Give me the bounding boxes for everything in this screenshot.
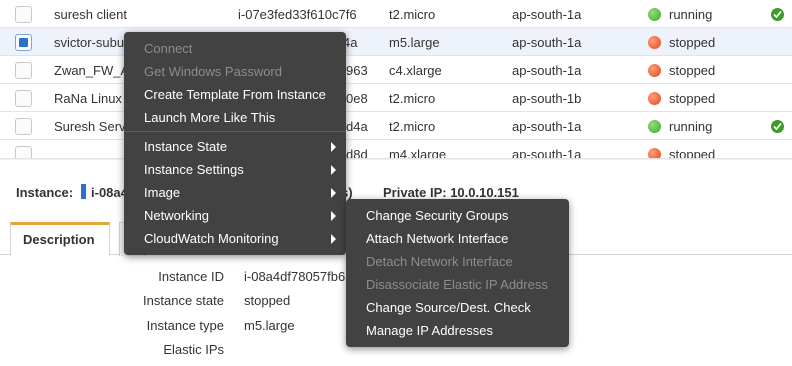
instances-table: suresh client i-07e3fed33f610c7f6 t2.mic… — [0, 0, 792, 160]
menu-divider — [124, 131, 346, 132]
instance-type: c4.xlarge — [389, 63, 442, 78]
status-check-ok-icon — [771, 8, 784, 21]
horizontal-scrollbar[interactable]: < — [0, 158, 792, 160]
chevron-right-icon — [331, 211, 336, 221]
state-label: stopped — [669, 35, 716, 50]
row-checkbox[interactable] — [15, 6, 32, 23]
field-value: i-08a4df78057fb6 — [244, 269, 346, 284]
field-value: m5.large — [244, 318, 295, 333]
field-label: Instance ID — [158, 269, 224, 284]
menu-item-manage-ip-addresses[interactable]: Manage IP Addresses — [366, 323, 493, 338]
availability-zone: ap-south-1a — [512, 119, 582, 134]
menu-item-launch-more[interactable]: Launch More Like This — [144, 110, 275, 125]
row-checkbox[interactable] — [15, 62, 32, 79]
menu-item-get-windows-password: Get Windows Password — [144, 64, 282, 79]
table-row[interactable]: suresh client i-07e3fed33f610c7f6 t2.mic… — [0, 0, 792, 28]
stopped-status-icon — [648, 36, 661, 49]
menu-item-instance-settings[interactable]: Instance Settings — [144, 162, 244, 177]
menu-item-create-template[interactable]: Create Template From Instance — [144, 87, 326, 102]
tab-description[interactable]: Description — [10, 222, 110, 256]
instance-context-menu: Connect Get Windows Password Create Temp… — [124, 32, 346, 255]
table-row[interactable]: Suresh Serv d4a t2.micro ap-south-1a run… — [0, 112, 792, 140]
status-check-ok-icon — [771, 120, 784, 133]
menu-item-disassociate-elastic-ip: Disassociate Elastic IP Address — [366, 277, 548, 292]
table-row[interactable]: Zwan_FW_A 963 c4.xlarge ap-south-1a stop… — [0, 56, 792, 84]
instance-name: suresh client — [54, 7, 127, 22]
instance-state: stopped — [648, 91, 758, 106]
instance-label: Instance: — [16, 185, 74, 200]
row-checkbox[interactable] — [15, 118, 32, 135]
menu-item-instance-state[interactable]: Instance State — [144, 139, 227, 154]
instance-state: running — [648, 7, 758, 22]
chevron-right-icon — [331, 188, 336, 198]
chevron-right-icon — [331, 165, 336, 175]
availability-zone: ap-south-1a — [512, 63, 582, 78]
running-status-icon — [648, 120, 661, 133]
running-status-icon — [648, 8, 661, 21]
menu-item-connect: Connect — [144, 41, 193, 56]
chevron-right-icon — [331, 142, 336, 152]
state-label: stopped — [669, 91, 716, 106]
instance-type: t2.micro — [389, 119, 436, 134]
row-checkbox[interactable] — [15, 34, 32, 51]
table-row[interactable]: d8d m4.xlarge ap-south-1a stopped — [0, 140, 792, 160]
selected-instance-id: i-08a4 — [91, 185, 128, 200]
field-label: Instance state — [143, 293, 224, 308]
menu-item-change-security-groups[interactable]: Change Security Groups — [366, 208, 508, 223]
row-checkbox[interactable] — [15, 90, 32, 107]
table-row[interactable]: svictor-subu 4a m5.large ap-south-1a sto… — [0, 28, 792, 56]
availability-zone: ap-south-1a — [512, 7, 582, 22]
state-label: stopped — [669, 63, 716, 78]
instance-state: stopped — [648, 63, 758, 78]
state-label: running — [669, 119, 713, 134]
instance-id: i-07e3fed33f610c7f6 — [238, 7, 357, 22]
instance-state: running — [648, 119, 758, 134]
menu-item-cloudwatch[interactable]: CloudWatch Monitoring — [144, 231, 279, 246]
instance-state: stopped — [648, 35, 758, 50]
private-ip: Private IP: 10.0.10.151 — [383, 185, 519, 200]
field-label: Elastic IPs — [163, 342, 224, 357]
field-value: stopped — [244, 293, 291, 308]
networking-submenu: Change Security Groups Attach Network In… — [346, 199, 569, 347]
state-label: running — [669, 7, 713, 22]
menu-item-change-source-dest-check[interactable]: Change Source/Dest. Check — [366, 300, 531, 315]
stopped-status-icon — [648, 92, 661, 105]
chevron-right-icon — [331, 234, 336, 244]
menu-item-image[interactable]: Image — [144, 185, 180, 200]
menu-item-attach-network-interface[interactable]: Attach Network Interface — [366, 231, 508, 246]
instance-type: t2.micro — [389, 7, 436, 22]
stopped-status-icon — [648, 64, 661, 77]
availability-zone: ap-south-1a — [512, 35, 582, 50]
menu-item-networking[interactable]: Networking — [144, 208, 209, 223]
availability-zone: ap-south-1b — [512, 91, 582, 106]
field-label: Instance type — [146, 318, 224, 333]
table-row[interactable]: RaNa Linux 0e8 t2.micro ap-south-1b stop… — [0, 84, 792, 112]
instance-type: m5.large — [389, 35, 440, 50]
instance-type: t2.micro — [389, 91, 436, 106]
menu-item-detach-network-interface: Detach Network Interface — [366, 254, 513, 269]
instance-color-marker — [81, 184, 86, 199]
scroll-left-icon[interactable]: < — [5, 159, 11, 160]
